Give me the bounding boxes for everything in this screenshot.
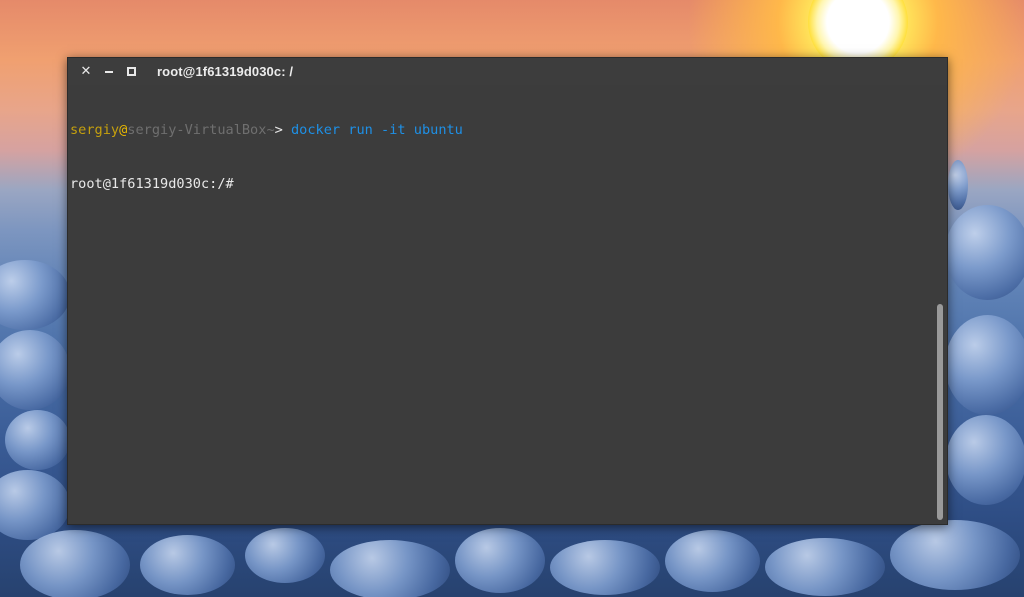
prompt-host: sergiy-VirtualBox [127, 122, 267, 138]
pebble-image [948, 160, 968, 210]
pebble-image [245, 528, 325, 583]
root-prompt: root@1f61319d030c:/# [70, 176, 234, 192]
pebble-image [945, 205, 1024, 300]
maximize-icon[interactable] [124, 65, 138, 79]
pebble-image [140, 535, 235, 595]
scrollbar-thumb[interactable] [937, 304, 943, 520]
pebble-image [5, 410, 70, 470]
terminal-output[interactable]: sergiy@sergiy-VirtualBox~> docker run -i… [70, 85, 935, 524]
pebble-image [0, 260, 70, 330]
pebble-image [890, 520, 1020, 590]
pebble-image [0, 470, 70, 540]
minimize-icon[interactable] [102, 65, 116, 79]
prompt-user: sergiy [70, 122, 120, 138]
close-icon[interactable]: ✕ [79, 64, 93, 79]
pebble-image [765, 538, 885, 596]
pebble-image [455, 528, 545, 593]
command-text: docker run -it ubuntu [291, 122, 463, 138]
root-prompt-line: root@1f61319d030c:/# [70, 175, 935, 193]
pebble-image [20, 530, 130, 597]
terminal-window[interactable]: ✕ root@1f61319d030c: / sergiy@sergiy-Vir… [67, 57, 948, 525]
pebble-image [945, 315, 1024, 415]
window-title: root@1f61319d030c: / [157, 64, 294, 79]
pebble-image [946, 415, 1024, 505]
scrollbar[interactable] [937, 85, 943, 522]
pebble-image [0, 330, 70, 410]
pebble-image [665, 530, 760, 592]
title-bar[interactable]: ✕ root@1f61319d030c: / [68, 58, 947, 85]
pebble-image [550, 540, 660, 595]
command-line: sergiy@sergiy-VirtualBox~> docker run -i… [70, 121, 935, 139]
prompt-path: ~ [266, 122, 275, 138]
prompt-symbol: > [274, 122, 291, 138]
pebble-image [330, 540, 450, 597]
